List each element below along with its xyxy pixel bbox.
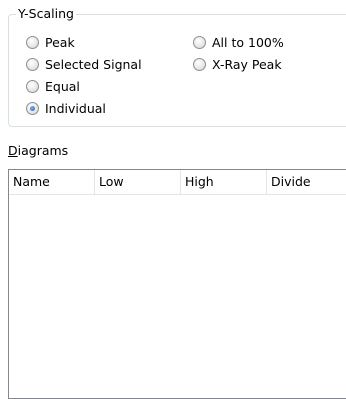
radio-x-ray-peak-label: X-Ray Peak bbox=[212, 57, 282, 72]
column-header-name[interactable]: Name bbox=[9, 170, 95, 194]
diagrams-label-rest: iagrams bbox=[17, 143, 69, 158]
radio-all-to-100[interactable]: All to 100% bbox=[193, 34, 284, 51]
radio-selected-signal-label: Selected Signal bbox=[45, 57, 142, 72]
radio-individual-label: Individual bbox=[45, 101, 106, 116]
radio-all-to-100-indicator[interactable] bbox=[193, 36, 206, 49]
radio-equal[interactable]: Equal bbox=[26, 78, 80, 95]
column-header-high[interactable]: High bbox=[181, 170, 267, 194]
column-header-divide[interactable]: Divide bbox=[267, 170, 346, 194]
radio-individual[interactable]: Individual bbox=[26, 100, 106, 117]
radio-selected-signal-indicator[interactable] bbox=[26, 58, 39, 71]
radio-individual-indicator[interactable] bbox=[26, 102, 39, 115]
radio-peak[interactable]: Peak bbox=[26, 34, 75, 51]
y-scaling-legend: Y-Scaling bbox=[16, 6, 76, 22]
radio-x-ray-peak[interactable]: X-Ray Peak bbox=[193, 56, 282, 73]
radio-x-ray-peak-indicator[interactable] bbox=[193, 58, 206, 71]
radio-all-to-100-label: All to 100% bbox=[212, 35, 284, 50]
radio-selected-signal[interactable]: Selected Signal bbox=[26, 56, 142, 73]
diagrams-label: Diagrams bbox=[8, 143, 68, 159]
diagrams-list[interactable]: Name Low High Divide bbox=[8, 169, 346, 399]
column-header-low[interactable]: Low bbox=[95, 170, 181, 194]
diagrams-list-header: Name Low High Divide bbox=[9, 170, 346, 195]
radio-equal-indicator[interactable] bbox=[26, 80, 39, 93]
diagrams-label-accel: D bbox=[8, 143, 18, 158]
radio-peak-label: Peak bbox=[45, 35, 75, 50]
radio-equal-label: Equal bbox=[45, 79, 80, 94]
radio-peak-indicator[interactable] bbox=[26, 36, 39, 49]
